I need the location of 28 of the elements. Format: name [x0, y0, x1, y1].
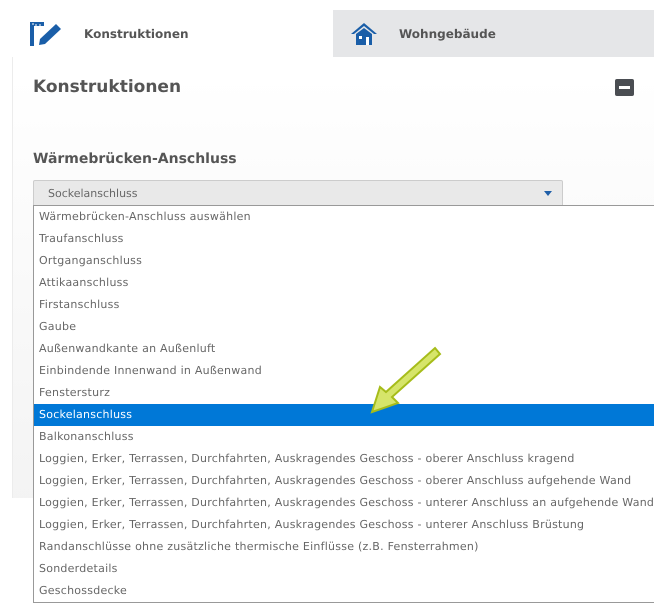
dropdown-option[interactable]: Loggien, Erker, Terrassen, Durchfahrten, Auskragendes Geschoss - oberer Anschluss aufgehende Wand [34, 470, 654, 492]
select-field[interactable]: Sockelanschluss [33, 180, 563, 208]
dropdown-option[interactable]: Ortganganschluss [34, 250, 654, 272]
dropdown-option[interactable]: Geschossdecke [34, 580, 654, 602]
dropdown-option[interactable]: Sonderdetails [34, 558, 654, 580]
minus-icon [619, 86, 630, 89]
dropdown-option[interactable]: Sockelanschluss [34, 404, 654, 426]
dropdown-option[interactable]: Attikaanschluss [34, 272, 654, 294]
field-label: Wärmebrücken-Anschluss [33, 150, 238, 170]
dropdown-option[interactable]: Randanschlüsse ohne zusätzliche thermische Einflüsse (z.B. Fensterrahmen) [34, 536, 654, 558]
dropdown-option[interactable]: Loggien, Erker, Terrassen, Durchfahrten, Auskragendes Geschoss - unterer Anschluss an aufgehende Wand [34, 492, 654, 514]
caret-icon [544, 191, 552, 196]
dropdown-option[interactable]: Loggien, Erker, Terrassen, Durchfahrten, Auskragendes Geschoss - unterer Anschluss Brüstung [34, 514, 654, 536]
dropdown-option[interactable]: Firstanschluss [34, 294, 654, 316]
dropdown-option[interactable]: Balkonanschluss [34, 426, 654, 448]
dropdown-option[interactable]: Fenstersturz [34, 382, 654, 404]
panel-title: Konstruktionen [33, 77, 182, 98]
dropdown-option[interactable]: Einbindende Innenwand in Außenwand [34, 360, 654, 382]
arrow-drawing [370, 345, 442, 415]
dropdown-option[interactable]: Traufanschluss [34, 228, 654, 250]
tab[interactable]: Konstruktionen [12, 10, 333, 57]
house-icon [351, 22, 377, 44]
dropdown-option[interactable]: Gaube [34, 316, 654, 338]
dropdown-option[interactable]: Loggien, Erker, Terrassen, Durchfahrten, Auskragendes Geschoss - oberer Anschluss kragend [34, 448, 654, 470]
dropdown-option[interactable]: Wärmebrücken-Anschluss auswählen [34, 206, 654, 228]
ruler-pencil-icon [30, 22, 62, 46]
dropdown-option[interactable]: Außenwandkante an Außenluft [34, 338, 654, 360]
collapse-button[interactable] [615, 78, 634, 96]
